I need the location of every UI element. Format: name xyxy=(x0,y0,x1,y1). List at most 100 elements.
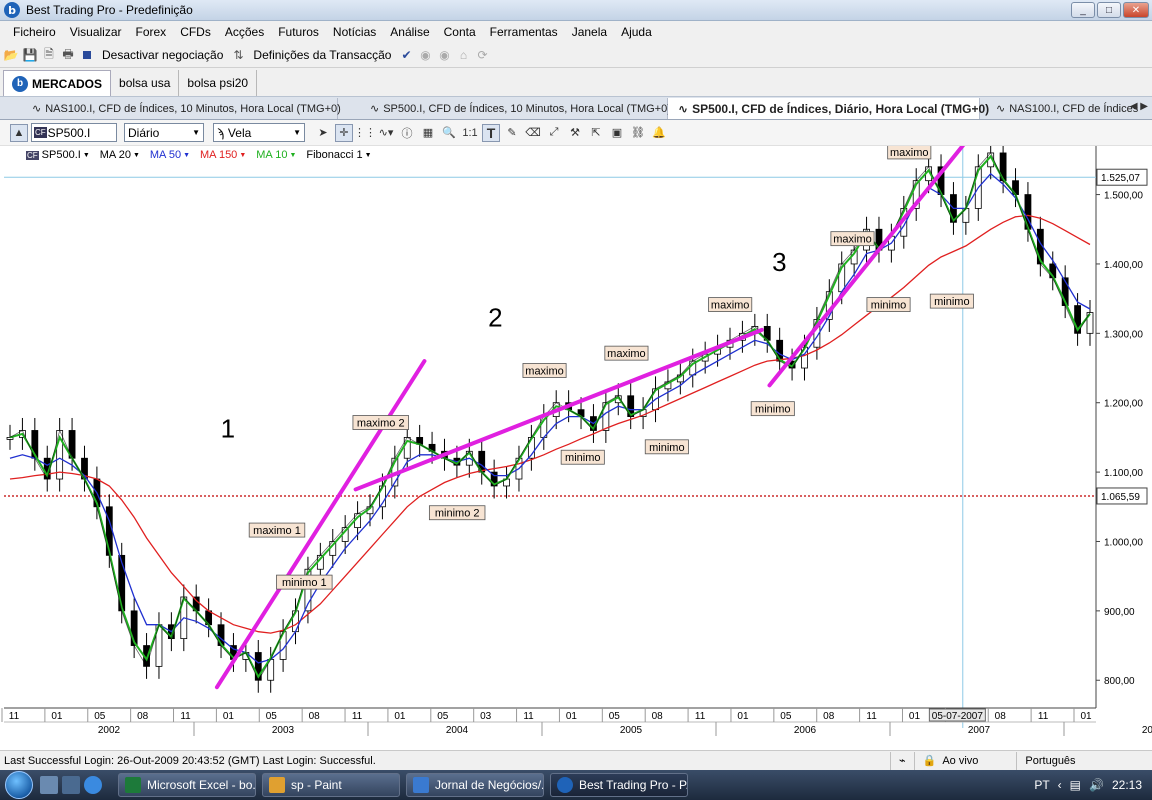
clock[interactable]: 22:13 xyxy=(1112,778,1142,792)
taskbar: Microsoft Excel - bo... sp - Paint Jorna… xyxy=(0,770,1152,800)
period-select[interactable]: Diário ▼ xyxy=(124,123,204,142)
menu-visualizar[interactable]: Visualizar xyxy=(63,21,129,43)
input-language[interactable]: PT xyxy=(1034,778,1049,792)
zoom-icon[interactable]: 🔍 xyxy=(440,124,458,142)
home-icon[interactable]: ⌂ xyxy=(455,47,471,63)
month-tick-label: 03 xyxy=(480,711,492,722)
annotation-label: maximo xyxy=(525,365,564,377)
indicator-menu-icon[interactable]: ∿▾ xyxy=(377,124,395,142)
indicator-sp500[interactable]: CF SP500.I ▼ xyxy=(26,149,90,161)
language-status[interactable]: Português xyxy=(1016,751,1083,770)
task-browser[interactable]: Jornal de Negócios/... xyxy=(406,773,544,797)
volume-icon[interactable]: 🔊 xyxy=(1089,778,1104,792)
annotation-label: maximo xyxy=(607,348,646,360)
trend-line xyxy=(214,359,427,690)
minimize-button[interactable]: _ xyxy=(1071,2,1095,18)
maximize-button[interactable]: □ xyxy=(1097,2,1121,18)
task-label: Jornal de Negócios/... xyxy=(435,778,544,792)
transaction-settings-icon[interactable]: ⇅ xyxy=(230,47,246,63)
info-icon[interactable]: ⓘ xyxy=(398,124,416,142)
link-icon[interactable]: ⛓ xyxy=(629,124,647,142)
switch-windows-icon[interactable] xyxy=(62,776,80,794)
month-tick-label: 08 xyxy=(995,711,1007,722)
indicator-fibonacci[interactable]: Fibonacci 1 ▼ xyxy=(306,149,371,161)
checkmark-icon[interactable]: ✔ xyxy=(398,47,414,63)
menu-accoes[interactable]: Acções xyxy=(218,21,271,43)
transaction-settings-button[interactable]: Definições da Transacção xyxy=(249,48,395,62)
alert-bell-icon[interactable]: 🔔 xyxy=(650,124,668,142)
indicator-ma20[interactable]: MA 20 ▼ xyxy=(100,149,140,161)
month-tick-label: 05-07-2007 xyxy=(932,711,984,722)
chart-area[interactable]: CF SP500.I ▼ MA 20 ▼ MA 50 ▼ MA 150 ▼ MA 10 ▼ … xyxy=(0,146,1152,744)
collapse-up-icon[interactable]: ▲ xyxy=(10,123,28,142)
series-line-ma10 xyxy=(9,154,1091,679)
forward-icon[interactable]: ◉ xyxy=(436,47,452,63)
export-icon[interactable]: ⇱ xyxy=(587,124,605,142)
candle-icon: ϡ xyxy=(217,125,224,140)
menu-ajuda[interactable]: Ajuda xyxy=(614,21,659,43)
month-tick-label: 08 xyxy=(652,711,664,722)
internet-explorer-icon[interactable] xyxy=(84,776,102,794)
text-tool-icon[interactable]: T xyxy=(482,123,500,142)
price-chart[interactable]: 800,00 900,00 1.000,00 1.100,00 1.200,00 1.30… xyxy=(0,146,1152,744)
menu-ferramentas[interactable]: Ferramentas xyxy=(483,21,565,43)
crosshair-icon[interactable]: ✛ xyxy=(335,123,353,142)
menu-noticias[interactable]: Notícias xyxy=(326,21,383,43)
close-button[interactable]: ✕ xyxy=(1123,2,1149,18)
tab-bolsa-psi20[interactable]: bolsa psi20 xyxy=(179,70,258,96)
tools-icon[interactable]: ⚒ xyxy=(566,124,584,142)
menu-conta[interactable]: Conta xyxy=(437,21,483,43)
indicator-ma10[interactable]: MA 10 ▼ xyxy=(256,149,296,161)
tab-scroll-arrows[interactable]: ◀ ▶ xyxy=(1130,101,1148,112)
back-icon[interactable]: ◉ xyxy=(417,47,433,63)
task-best-trading[interactable]: Best Trading Pro - P... xyxy=(550,773,688,797)
expand-icon[interactable]: ⤢ xyxy=(545,124,563,142)
open-folder-icon[interactable]: 📂 xyxy=(3,47,19,63)
tab-mercados[interactable]: b MERCADOS xyxy=(3,70,112,96)
menu-cfds[interactable]: CFDs xyxy=(173,21,218,43)
title-bar[interactable]: b Best Trading Pro - Predefinição _ □ ✕ xyxy=(0,0,1152,21)
save-icon[interactable]: 💾 xyxy=(22,47,38,63)
month-tick-label: 01 xyxy=(223,711,235,722)
ratio-button[interactable]: 1:1 xyxy=(461,124,479,142)
cursor-icon[interactable]: ➤ xyxy=(314,124,332,142)
eraser-icon[interactable]: ⌫ xyxy=(524,124,542,142)
indicator-label: MA 10 xyxy=(256,149,288,161)
refresh-icon[interactable]: ⟳ xyxy=(474,47,490,63)
indicator-label: MA 150 xyxy=(200,149,238,161)
task-paint[interactable]: sp - Paint xyxy=(262,773,400,797)
symbol-input[interactable]: CF SP500.I xyxy=(31,123,117,142)
chart-bars-icon[interactable]: ▦ xyxy=(419,124,437,142)
indicator-ma150[interactable]: MA 150 ▼ xyxy=(200,149,246,161)
chart-tab-nas100-10min[interactable]: ∿ NAS100.I, CFD de Índices, 10 Minutos, H… xyxy=(0,98,341,119)
connection-status: ⌁ xyxy=(890,751,914,770)
indicator-ma50[interactable]: MA 50 ▼ xyxy=(150,149,190,161)
menu-janela[interactable]: Janela xyxy=(565,21,614,43)
stop-trading-icon[interactable] xyxy=(79,47,95,63)
chart-tab-nas100-partial[interactable]: ∿ NAS100.I, CFD de Índices xyxy=(980,98,1140,119)
month-tick-label: 01 xyxy=(1080,711,1092,722)
start-button[interactable] xyxy=(0,770,38,800)
menu-futuros[interactable]: Futuros xyxy=(271,21,326,43)
menu-ficheiro[interactable]: Ficheiro xyxy=(6,21,63,43)
chevron-down-icon: ▼ xyxy=(293,128,301,137)
chart-tab-sp500-10min[interactable]: ∿ SP500.I, CFD de Índices, 10 Minutos, Ho… xyxy=(338,98,671,119)
main-toolbar: 📂 💾 🗎 🖶 Desactivar negociação ⇅ Definiçõ… xyxy=(0,43,1152,68)
chart-type-select[interactable]: ϡ Vela ▼ xyxy=(213,123,305,142)
grid-icon[interactable]: ⋮⋮ xyxy=(354,124,376,142)
deactivate-trading-button[interactable]: Desactivar negociação xyxy=(98,48,227,62)
network-icon[interactable]: ▤ xyxy=(1070,778,1081,792)
menu-forex[interactable]: Forex xyxy=(129,21,174,43)
task-excel[interactable]: Microsoft Excel - bo... xyxy=(118,773,256,797)
show-desktop-icon[interactable] xyxy=(40,776,58,794)
system-tray: PT ‹ ▤ 🔊 22:13 xyxy=(1034,770,1152,800)
save-all-icon[interactable]: 🗎 xyxy=(41,47,57,63)
series-line-sp500 xyxy=(9,152,1091,682)
print-icon[interactable]: 🖶 xyxy=(60,47,76,63)
draw-line-icon[interactable]: ✎ xyxy=(503,124,521,142)
chart-tab-sp500-daily[interactable]: ∿ SP500.I, CFD de Índices, Diário, Hora L… xyxy=(668,98,989,119)
tray-expand-icon[interactable]: ‹ xyxy=(1058,778,1062,792)
menu-analise[interactable]: Análise xyxy=(383,21,436,43)
layers-icon[interactable]: ▣ xyxy=(608,124,626,142)
tab-bolsa-usa[interactable]: bolsa usa xyxy=(111,70,180,96)
